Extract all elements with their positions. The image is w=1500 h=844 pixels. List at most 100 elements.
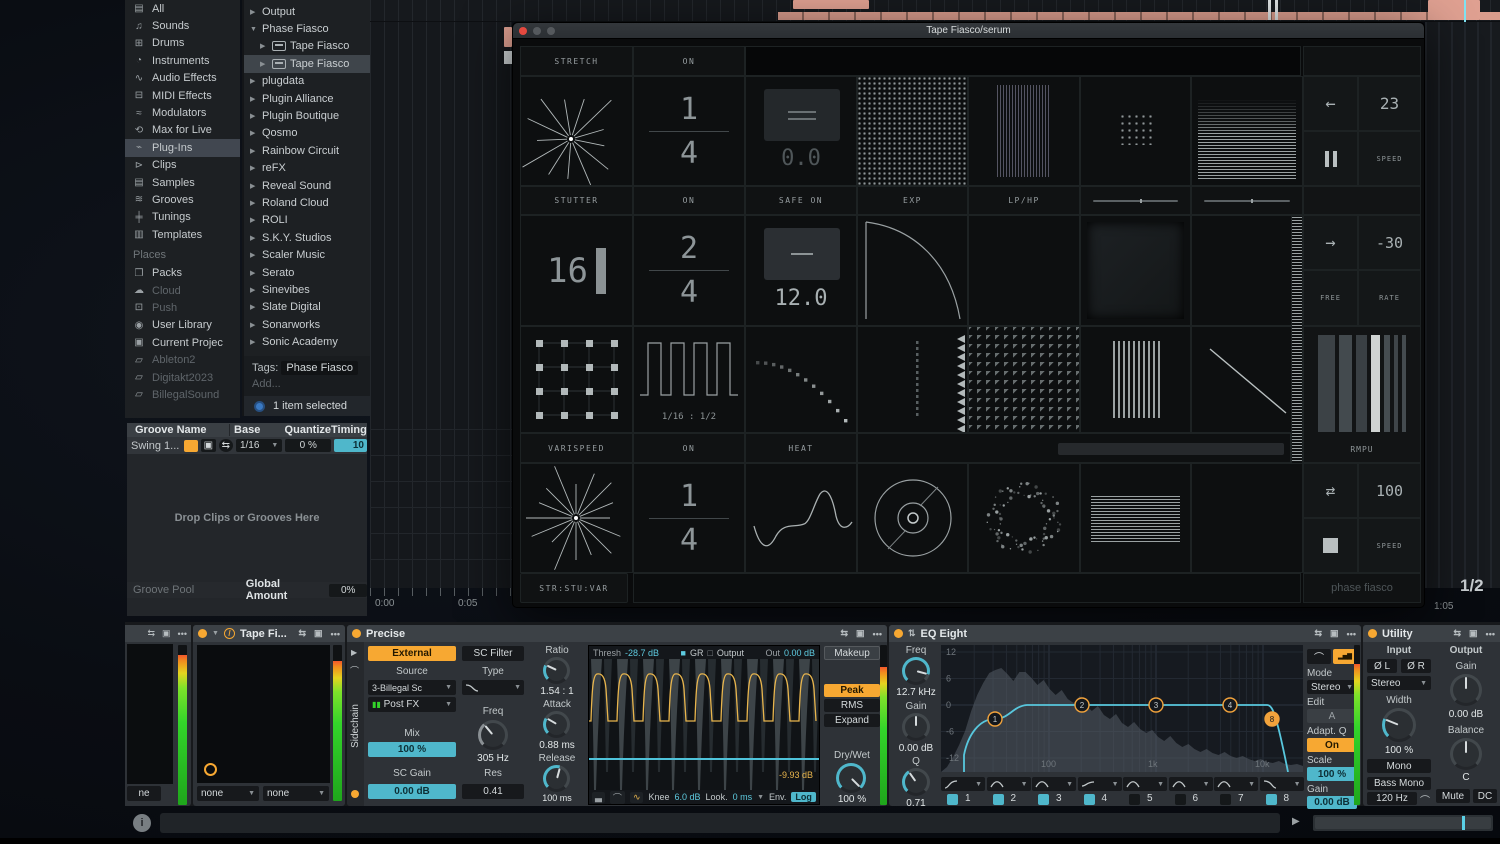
groove-row[interactable]: Swing 1... ▣ ⇆ 1/16▼ 0 % 10 xyxy=(127,437,367,454)
band-shape-select[interactable]: ▼ xyxy=(1214,777,1258,791)
bass-freq-value[interactable]: 120 Hz xyxy=(1367,792,1417,805)
more-icon[interactable]: ••• xyxy=(1347,629,1356,639)
balance-knob[interactable] xyxy=(1450,738,1482,770)
band-shape-select[interactable]: ▼ xyxy=(1260,777,1304,791)
browser-item-reveal-sound[interactable]: ▶Reveal Sound xyxy=(244,177,370,194)
browser-item-slate-digital[interactable]: ▶Slate Digital xyxy=(244,299,370,316)
heat-pad-graphic[interactable] xyxy=(1080,215,1191,326)
sidebar-item-modulators[interactable]: ≈Modulators xyxy=(125,104,240,121)
browser-item-roli[interactable]: ▶ROLI xyxy=(244,212,370,229)
speed-back-arrow[interactable]: ← xyxy=(1303,76,1358,131)
varispeed-division-control[interactable]: 14 xyxy=(633,463,745,573)
hotswap-icon[interactable]: ⇆ xyxy=(840,628,848,639)
drywet-knob[interactable] xyxy=(836,763,866,793)
peak-button[interactable]: Peak xyxy=(824,684,880,697)
device-partial[interactable]: ⇆ ▣ ••• ne xyxy=(125,625,191,806)
ratio-value[interactable]: 1.54 : 1 xyxy=(528,686,586,697)
more-icon[interactable]: ••• xyxy=(178,629,187,639)
band-activator[interactable] xyxy=(1220,794,1231,805)
filter-slider[interactable] xyxy=(1191,186,1303,215)
loop-marker[interactable] xyxy=(1268,0,1278,20)
varispeed-amount[interactable]: 100 xyxy=(1358,463,1421,518)
hotswap-groove-icon[interactable]: ⇆ xyxy=(219,439,233,452)
eq-freq-knob[interactable] xyxy=(902,657,930,685)
width-value[interactable]: 100 % xyxy=(1367,745,1431,756)
info-circle-icon[interactable]: i xyxy=(133,814,151,832)
varispeed-on-button[interactable]: ON xyxy=(633,433,745,463)
stutter-on-button[interactable]: ON xyxy=(633,186,745,215)
sidebar-item-midi-effects[interactable]: ⊟MIDI Effects xyxy=(125,87,240,104)
arrangement-clip[interactable] xyxy=(1428,0,1480,20)
lphp-button[interactable]: LP/HP xyxy=(968,186,1080,215)
device-precise[interactable]: Precise ⇆ ▣ ••• ▶ ⌒ Sidechain External S… xyxy=(347,625,887,806)
sidebar-item-ableton2[interactable]: ▱Ableton2 xyxy=(125,351,240,368)
bass-mono-button[interactable]: Bass Mono xyxy=(1367,777,1431,790)
thresh-value[interactable]: -28.7 dB xyxy=(625,648,659,658)
arrangement-clip-row[interactable] xyxy=(778,12,1500,20)
device-activator[interactable] xyxy=(894,629,903,638)
band-shape-select[interactable]: ▼ xyxy=(987,777,1031,791)
sidebar-item-user-library[interactable]: ◉User Library xyxy=(125,317,240,334)
sc-filter-button[interactable]: SC Filter xyxy=(462,646,524,661)
activity-display-icon[interactable]: ∿ xyxy=(630,792,644,803)
commit-groove-icon[interactable] xyxy=(184,440,198,452)
device-utility[interactable]: Utility ⇆ ▣ ••• Input Ø L Ø R Stereo▼ Wi… xyxy=(1363,625,1500,806)
horizontal-scrollbar[interactable] xyxy=(1313,815,1493,831)
band-activator[interactable] xyxy=(1175,794,1186,805)
varispeed-swap-arrows[interactable]: ⇄ xyxy=(1303,463,1358,518)
knee-display-icon[interactable]: ⌒ xyxy=(610,791,625,804)
tag-chip[interactable]: Phase Fiasco xyxy=(281,361,358,375)
plugin-titlebar[interactable]: Tape Fiasco/serum xyxy=(513,23,1424,39)
arrangement-clip[interactable] xyxy=(793,0,869,9)
band-shape-select[interactable]: ▼ xyxy=(1123,777,1167,791)
add-tag-button[interactable]: Add... xyxy=(252,378,362,390)
hotswap-icon[interactable]: ⇆ xyxy=(147,628,155,639)
sidebar-item-max-for-live[interactable]: ⟲Max for Live xyxy=(125,122,240,139)
external-button[interactable]: External xyxy=(368,646,456,661)
balance-value[interactable]: C xyxy=(1436,772,1496,783)
tape-lines-graphic[interactable] xyxy=(1080,463,1191,573)
sidebar-item-plug-ins[interactable]: ⌁Plug-Ins xyxy=(125,139,240,156)
hotswap-icon[interactable]: ⇆ xyxy=(1314,628,1322,639)
save-icon[interactable]: ▣ xyxy=(1469,628,1478,639)
adapt-q-button[interactable]: On xyxy=(1307,738,1357,752)
mix-value[interactable]: 100 % xyxy=(368,742,456,757)
sidebar-item-samples[interactable]: ▤Samples xyxy=(125,174,240,191)
rate-level[interactable]: -30 xyxy=(1358,215,1421,270)
browser-item-tape-fiasco[interactable]: ▶Tape Fiasco xyxy=(244,38,370,55)
rmpu-meter[interactable]: RMPU xyxy=(1303,326,1421,463)
stretch-lines-graphic[interactable] xyxy=(968,76,1080,186)
global-amount-value[interactable]: 0% xyxy=(329,584,367,597)
edit-channel-button[interactable]: A xyxy=(1307,709,1357,723)
sidebar-item-sounds[interactable]: ♫Sounds xyxy=(125,17,240,34)
pause-icon[interactable] xyxy=(1303,131,1358,186)
browser-item-qosmo[interactable]: ▶Qosmo xyxy=(244,125,370,142)
varispeed-curve-graphic[interactable] xyxy=(745,463,857,573)
browser-item-plugin-alliance[interactable]: ▶Plugin Alliance xyxy=(244,90,370,107)
browser-item-refx[interactable]: ▶reFX xyxy=(244,160,370,177)
stutter-count-control[interactable]: 16 xyxy=(520,215,633,326)
sidebar-item-packs[interactable]: ❒Packs xyxy=(125,264,240,281)
sidebar-item-instruments[interactable]: ◔Instruments xyxy=(125,52,240,69)
sidebar-item-tunings[interactable]: ╪Tunings xyxy=(125,209,240,226)
varispeed-star-graphic[interactable] xyxy=(520,463,633,573)
browser-item-output[interactable]: ▶Output xyxy=(244,3,370,20)
scatter-ring-graphic[interactable] xyxy=(968,463,1080,573)
mono-button[interactable]: Mono xyxy=(1367,759,1431,773)
hotswap-icon[interactable]: ⇆ xyxy=(298,628,306,639)
save-icon[interactable]: ▣ xyxy=(314,628,323,639)
base-select[interactable]: 1/16▼ xyxy=(236,439,282,452)
band-activator[interactable] xyxy=(993,794,1004,805)
plugin-window[interactable]: Tape Fiasco/serum STRETCH ON 14 0.0 xyxy=(512,22,1425,608)
release-value[interactable]: 100 ms xyxy=(528,793,586,803)
mode-select[interactable]: Stereo▼ xyxy=(1307,680,1357,694)
hotswap-icon[interactable]: ⇆ xyxy=(1453,628,1461,639)
stretch-division-control[interactable]: 14 xyxy=(633,76,745,186)
sidebar-item-push[interactable]: ⊡Push xyxy=(125,299,240,316)
safe-on-button[interactable]: SAFE ON xyxy=(745,186,857,215)
bass-audition-icon[interactable]: ⌒ xyxy=(1420,792,1430,807)
fold-icon[interactable]: ⇅ xyxy=(908,628,916,639)
stretch-dots-graphic[interactable] xyxy=(1080,76,1191,186)
stretch-density-graphic[interactable] xyxy=(1191,76,1303,186)
groove-drop-zone[interactable]: Drop Clips or Grooves Here xyxy=(127,454,367,582)
